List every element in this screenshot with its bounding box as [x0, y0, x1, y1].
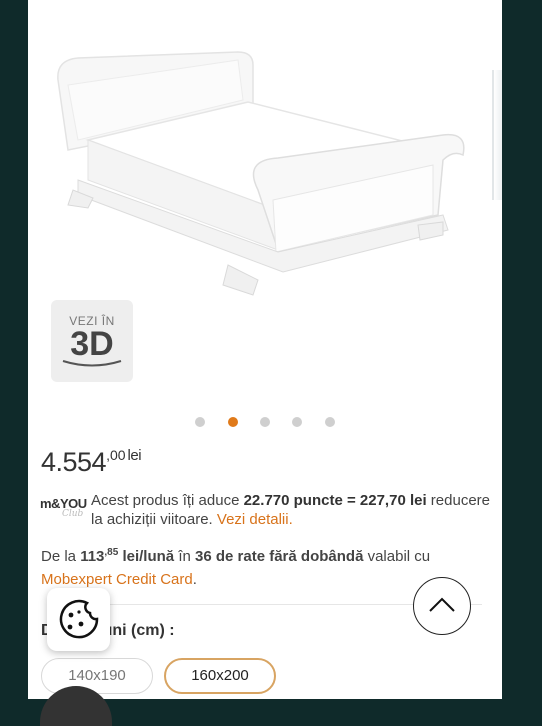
- loyalty-details-link[interactable]: Vezi detalii.: [217, 511, 293, 528]
- loyalty-text: Acest produs îți aduce 22.770 puncte = 2…: [91, 491, 490, 529]
- myou-club-logo: m&YOU Club: [40, 495, 90, 521]
- chevron-up-icon: [429, 597, 455, 612]
- gallery-dot-5[interactable]: [324, 417, 335, 427]
- size-option-140x190[interactable]: 140x190: [41, 658, 153, 694]
- gallery-dot-2[interactable]: [227, 417, 238, 427]
- gallery-pagination: [28, 414, 502, 432]
- cookie-icon: [59, 599, 99, 639]
- cookie-settings-button[interactable]: [47, 588, 110, 651]
- price-currency: lei: [127, 447, 142, 464]
- price-integer: 4.554: [41, 447, 107, 477]
- club-logo-sub: Club: [62, 509, 84, 519]
- gallery-dot-3[interactable]: [260, 417, 270, 427]
- installment-suffix: valabil cu: [363, 548, 431, 565]
- view3d-label-line2: 3D: [70, 325, 114, 363]
- installment-amount-int: 113: [80, 548, 105, 565]
- price-decimals: ,00: [106, 447, 126, 463]
- installment-amount-dec: ,85: [104, 547, 119, 558]
- loyalty-info: m&YOU Club Acest produs îți aduce 22.770…: [40, 491, 490, 529]
- loyalty-points: 22.770 puncte = 227,70 lei: [243, 492, 427, 509]
- view3d-swoosh-icon: [62, 360, 122, 367]
- gallery-dot-4[interactable]: [292, 417, 303, 427]
- size-option-160x200-selected[interactable]: 160x200: [164, 658, 276, 694]
- credit-card-link[interactable]: Mobexpert Credit Card: [41, 571, 193, 588]
- installment-prefix: De la: [41, 548, 81, 565]
- scroll-to-top-button[interactable]: [413, 577, 471, 635]
- loyalty-text-before: Acest produs îți aduce: [91, 492, 244, 509]
- installment-unit: lei/lună: [118, 548, 175, 565]
- product-gallery[interactable]: VEZI ÎN 3D: [28, 0, 502, 400]
- installment-amount: 113,85 lei/lună: [80, 547, 175, 565]
- gallery-dot-1[interactable]: [195, 417, 206, 427]
- view-3d-button[interactable]: VEZI ÎN 3D: [51, 300, 133, 382]
- product-price: 4.554,00 lei: [41, 447, 142, 478]
- next-image-peek: [492, 70, 502, 200]
- installment-count: 36 de rate fără dobândă: [195, 548, 364, 565]
- installment-end: .: [192, 571, 197, 588]
- dimensions-title-end: uni (cm) :: [102, 622, 175, 639]
- installment-mid: în: [174, 548, 196, 565]
- bed-product-image: [57, 51, 465, 296]
